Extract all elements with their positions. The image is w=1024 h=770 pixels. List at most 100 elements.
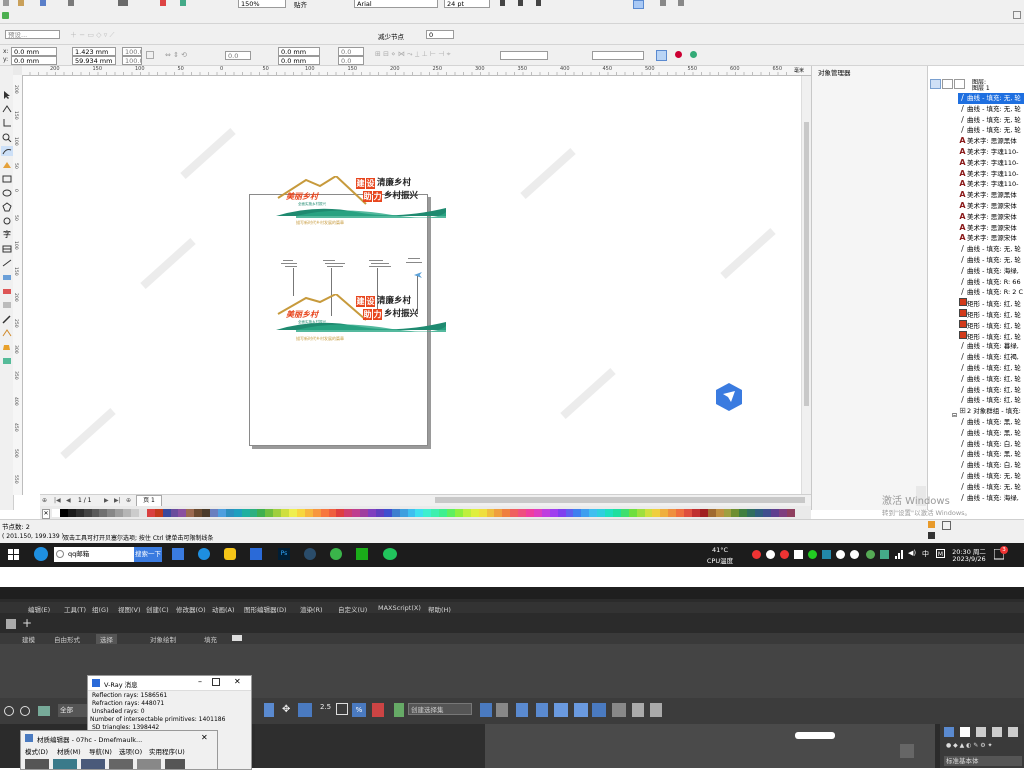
tree-row[interactable]: ∕ 曲线 - 填充: 无, 轮: [958, 104, 1024, 115]
link-icon[interactable]: [4, 706, 14, 716]
color-swatch[interactable]: [352, 509, 361, 517]
motion-tab-icon[interactable]: [992, 727, 1002, 737]
color-swatch[interactable]: [628, 509, 637, 517]
color-swatch[interactable]: [360, 509, 369, 517]
max-menu-item[interactable]: 创建(C): [146, 604, 169, 614]
angle-snap-icon[interactable]: [336, 703, 348, 715]
max-add-icon[interactable]: +: [22, 616, 32, 630]
marker-lines-2[interactable]: [323, 258, 347, 270]
tree-row[interactable]: A美术字: 字魂110-: [958, 179, 1024, 190]
color-swatch[interactable]: [83, 509, 92, 517]
horizontal-scrollbar[interactable]: [435, 497, 805, 503]
max-ribbon-tab[interactable]: 选择: [96, 634, 117, 644]
color-swatch[interactable]: [731, 509, 740, 517]
color-swatch[interactable]: [557, 509, 566, 517]
text-tool-icon[interactable]: 字: [1, 230, 13, 240]
vray-minimize-icon[interactable]: –: [198, 677, 202, 686]
color-swatch[interactable]: [644, 509, 653, 517]
color-swatch[interactable]: [210, 509, 218, 517]
floating-assistant-icon[interactable]: [715, 382, 743, 412]
outline-indicator-icon[interactable]: [928, 532, 935, 539]
lock-ratio-icon[interactable]: [146, 51, 154, 59]
color-swatch[interactable]: [423, 509, 432, 517]
color-swatch[interactable]: [265, 509, 274, 517]
fill-indicator-icon[interactable]: [928, 521, 935, 528]
tray-app-2-icon[interactable]: [766, 550, 775, 559]
color-swatch[interactable]: [581, 509, 590, 517]
tree-row[interactable]: A美术字: 字魂110-: [958, 147, 1024, 158]
rotate-icon[interactable]: [298, 703, 312, 717]
material-editor-close-icon[interactable]: ✕: [201, 733, 208, 742]
angle-field[interactable]: 0.0: [225, 51, 251, 60]
x-position-field[interactable]: 0.0 mm: [11, 47, 57, 56]
bind-warp-icon[interactable]: [38, 706, 50, 716]
layer-view-icon[interactable]: [942, 79, 953, 89]
color-swatch[interactable]: [91, 509, 100, 517]
max-menu-item[interactable]: 动画(A): [212, 604, 235, 614]
zoom-tool-icon[interactable]: [1, 132, 13, 142]
tray-app-1-icon[interactable]: [752, 550, 761, 559]
color-swatch[interactable]: [470, 509, 479, 517]
restore-icon[interactable]: [1013, 11, 1021, 19]
tree-row[interactable]: A美术字: 思源宋体: [958, 233, 1024, 244]
move-icon[interactable]: ✥: [282, 704, 290, 715]
snap-icon[interactable]: [656, 50, 667, 61]
color-swatch[interactable]: [281, 509, 290, 517]
freehand-tool-icon[interactable]: [1, 146, 13, 156]
max-workspace-icon[interactable]: [6, 619, 16, 629]
tree-row[interactable]: ∕ 曲线 - 填充: 白, 轮: [958, 439, 1024, 450]
max-menu-item[interactable]: 帮助(H): [428, 604, 451, 614]
scale-x-field[interactable]: 100.0: [122, 47, 142, 56]
polygon-tool-icon[interactable]: [1, 202, 13, 212]
color-swatch[interactable]: [107, 509, 116, 517]
scene-explorer-icon[interactable]: [536, 703, 548, 717]
marker-lines-1[interactable]: [281, 258, 301, 270]
color-swatch[interactable]: [273, 509, 282, 517]
max-viewport[interactable]: [255, 724, 935, 768]
color-swatch[interactable]: [399, 509, 408, 517]
color-swatch[interactable]: [320, 509, 329, 517]
pos-x2-field[interactable]: 0.0 mm: [278, 47, 320, 56]
horizontal-scroll-thumb[interactable]: [435, 497, 805, 503]
max-ribbon-tab[interactable]: 建模: [18, 634, 39, 644]
y-position-field[interactable]: 0.0 mm: [11, 56, 57, 65]
color-swatch[interactable]: [146, 509, 155, 517]
color-swatch[interactable]: [257, 509, 266, 517]
transparency-tool-icon[interactable]: [1, 300, 13, 310]
add-page-end-icon[interactable]: ⊕: [126, 497, 131, 504]
color-swatch[interactable]: [383, 509, 392, 517]
material-editor-menu-item[interactable]: 选项(O): [119, 746, 142, 756]
max-menu-item[interactable]: MAXScript(X): [378, 604, 421, 612]
color-swatch[interactable]: [368, 509, 376, 517]
color-swatch[interactable]: [778, 509, 787, 517]
tree-row[interactable]: ∕ 曲线 - 填充: 无, 轮: [958, 115, 1024, 126]
color-swatch[interactable]: [739, 509, 748, 517]
ime-indicator[interactable]: 中: [922, 549, 929, 559]
color-swatch[interactable]: [154, 509, 163, 517]
save-icon[interactable]: [40, 0, 46, 6]
tree-row[interactable]: ∕ 曲线 - 填充: 海绿,: [958, 493, 1024, 503]
color-swatch[interactable]: [668, 509, 677, 517]
max-menu-item[interactable]: 编辑(E): [28, 604, 50, 614]
network-icon[interactable]: [894, 550, 903, 559]
color-swatch[interactable]: [170, 509, 179, 517]
fill-select[interactable]: [592, 51, 644, 60]
max-menu-item[interactable]: 自定义(U): [338, 604, 367, 614]
tree-row[interactable]: ∕ 曲线 - 填充: 红, 轮: [958, 374, 1024, 385]
zoom-select[interactable]: 150%: [238, 0, 286, 8]
corel-icon[interactable]: [330, 548, 342, 560]
web-icon[interactable]: [690, 51, 697, 58]
curve-editor-icon[interactable]: [554, 703, 568, 717]
tree-row[interactable]: A美术字: 字魂110-: [958, 169, 1024, 180]
layer-toggle-icon[interactable]: [930, 79, 941, 89]
snap-menu[interactable]: 贴齐: [294, 0, 307, 9]
color-swatch[interactable]: [194, 509, 203, 517]
tree-row[interactable]: ∕ 曲线 - 填充: 黑, 轮: [958, 449, 1024, 460]
app-bird-icon[interactable]: [172, 548, 184, 560]
rectangle-tool-icon[interactable]: [1, 174, 13, 184]
import-icon[interactable]: [160, 0, 166, 6]
tree-row[interactable]: ∕ 曲线 - 填充: 红, 轮: [958, 363, 1024, 374]
tree-row[interactable]: ∕ 曲线 - 填充: R: 2 C: [958, 287, 1024, 298]
color-swatch[interactable]: [723, 509, 732, 517]
height-field[interactable]: 59.934 mm: [72, 56, 116, 65]
